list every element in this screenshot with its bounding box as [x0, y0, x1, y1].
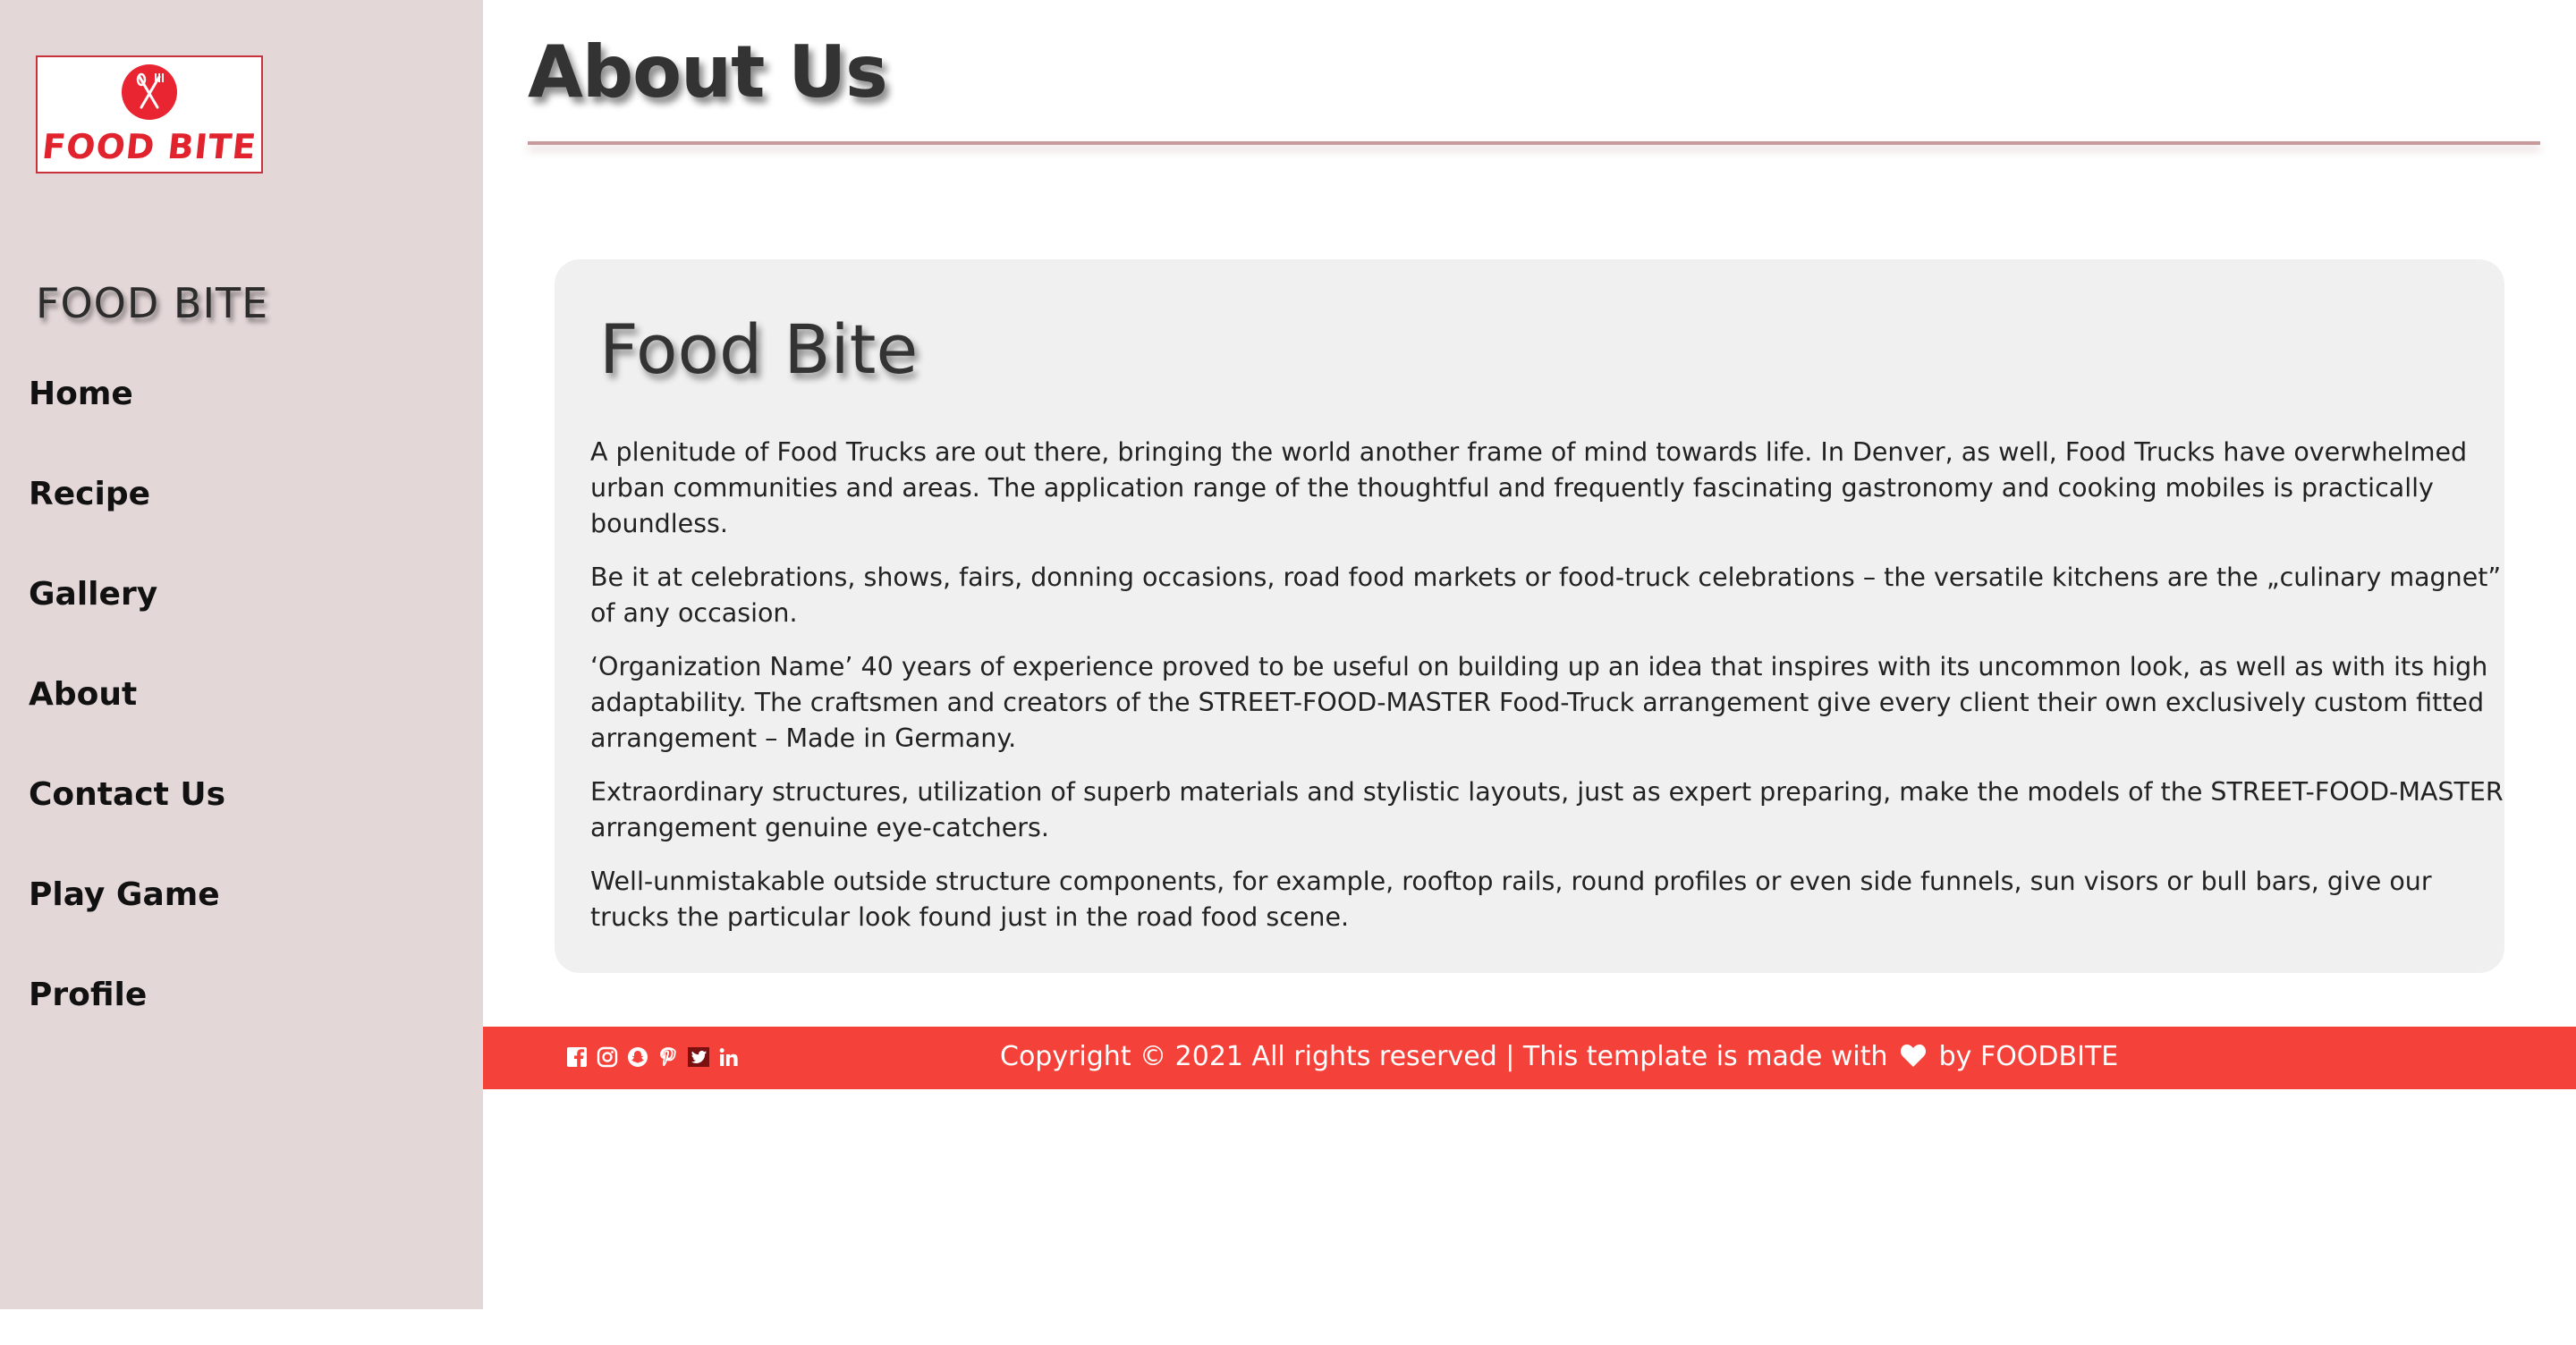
sidebar-nav: Home Recipe Gallery About Contact Us Pla… [29, 376, 225, 1077]
social-links [565, 1045, 741, 1070]
footer: Copyright © 2021 All rights reserved | T… [483, 1027, 2576, 1089]
logo[interactable]: FOOD BITE [36, 55, 263, 173]
nav-item-profile[interactable]: Profile [29, 977, 225, 1077]
nav-item-home[interactable]: Home [29, 376, 225, 476]
card-title: Food Bite [599, 309, 919, 389]
paragraph: Extraordinary structures, utilization of… [590, 777, 2504, 842]
nav-item-gallery[interactable]: Gallery [29, 576, 225, 676]
snapchat-icon[interactable] [626, 1045, 649, 1070]
nav-item-play-game[interactable]: Play Game [29, 876, 225, 977]
linkedin-icon[interactable] [717, 1045, 741, 1070]
pinterest-icon[interactable] [657, 1045, 680, 1070]
brand-name: FOOD BITE [36, 279, 269, 327]
paragraph: Well-unmistakable outside structure comp… [590, 867, 2432, 932]
copyright-text: Copyright © 2021 All rights reserved | T… [1000, 1041, 2118, 1075]
heart-icon [1900, 1043, 1927, 1075]
about-card: Food Bite A plenitude of Food Trucks are… [555, 259, 2504, 973]
title-divider [528, 141, 2540, 145]
instagram-icon[interactable] [596, 1045, 619, 1070]
nav-item-recipe[interactable]: Recipe [29, 476, 225, 576]
card-body: A plenitude of Food Trucks are out there… [590, 435, 2504, 953]
paragraph: A plenitude of Food Trucks are out there… [590, 437, 2468, 538]
facebook-icon[interactable] [565, 1045, 589, 1070]
nav-item-about[interactable]: About [29, 676, 225, 776]
paragraph: Be it at celebrations, shows, fairs, don… [590, 563, 2502, 628]
twitter-icon[interactable] [687, 1045, 710, 1070]
copyright-prefix: Copyright © 2021 All rights reserved | T… [1000, 1041, 1888, 1072]
nav-item-contact-us[interactable]: Contact Us [29, 776, 225, 876]
fork-knife-icon [122, 64, 177, 120]
page-title: About Us [528, 30, 888, 114]
logo-text: FOOD BITE [40, 127, 258, 166]
paragraph: ‘Organization Name’ 40 years of experien… [590, 652, 2488, 753]
copyright-suffix: by FOODBITE [1938, 1041, 2119, 1072]
sidebar: FOOD BITE FOOD BITE Home Recipe Gallery … [0, 0, 483, 1309]
